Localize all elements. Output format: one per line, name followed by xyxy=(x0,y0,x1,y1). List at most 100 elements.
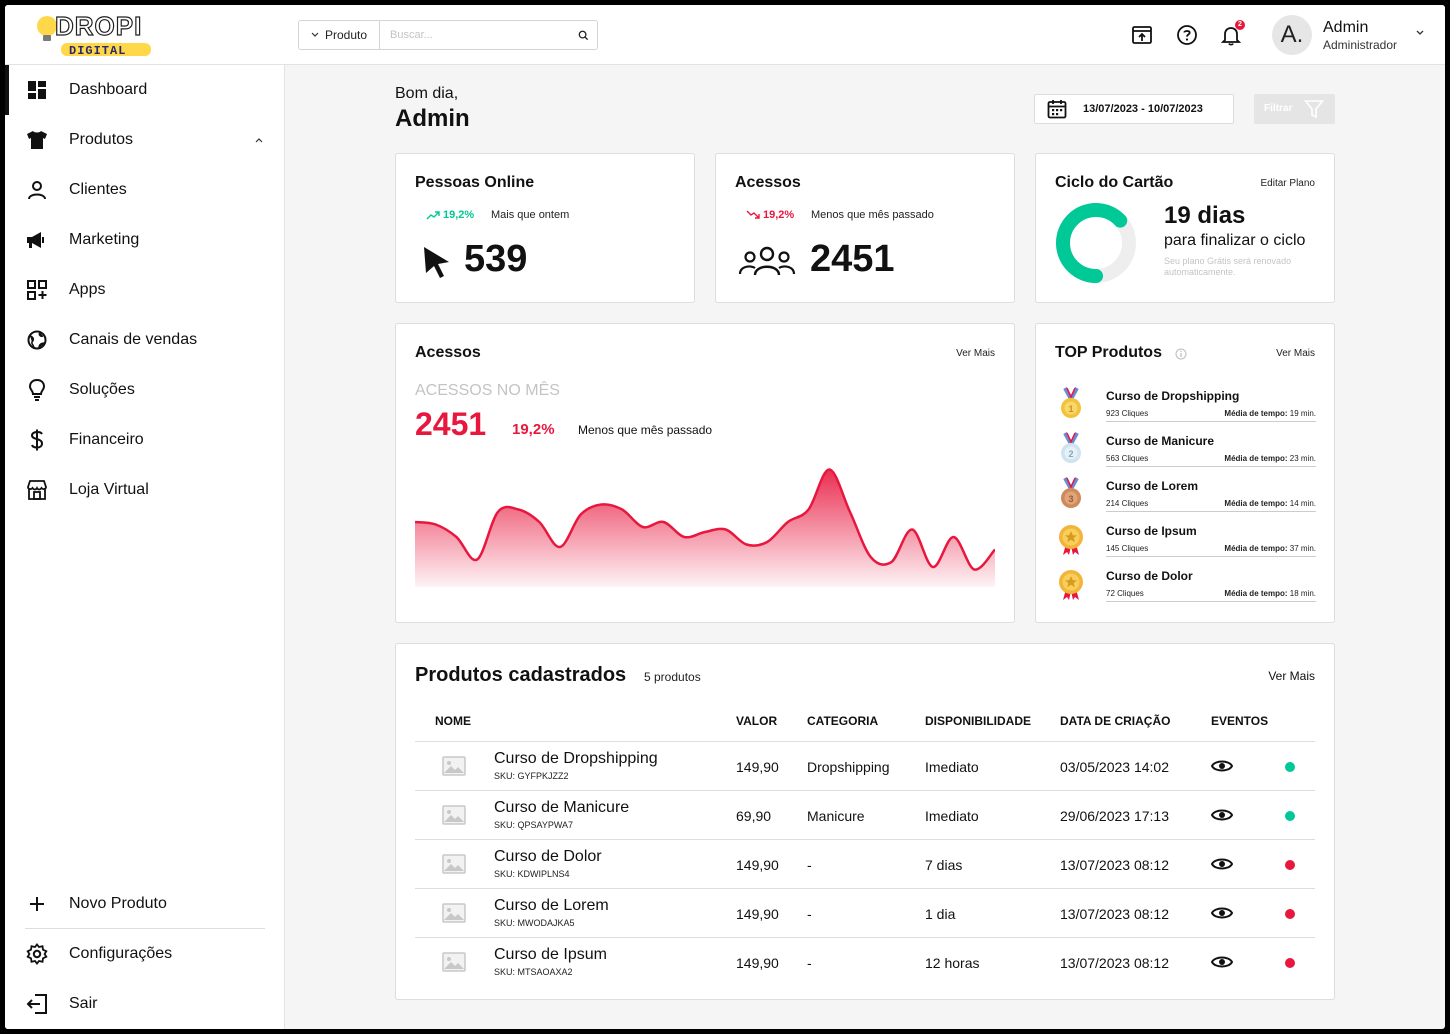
filter-button[interactable]: Filtrar xyxy=(1254,94,1335,124)
top-product-item[interactable]: 3 Curso de Lorem 214 Cliques Média de tempo… xyxy=(1056,475,1316,520)
eye-icon[interactable] xyxy=(1210,953,1234,976)
eye-icon[interactable] xyxy=(1210,904,1234,927)
top-product-time-value: 37 min. xyxy=(1289,544,1316,553)
access-data-point[interactable] xyxy=(806,507,812,513)
product-price: 149,90 xyxy=(736,857,779,873)
access-data-point[interactable] xyxy=(578,512,584,518)
logout-button[interactable]: Sair xyxy=(5,979,285,1029)
access-data-point[interactable] xyxy=(681,534,687,540)
sidebar-item-solucoes[interactable]: Soluções xyxy=(5,365,285,415)
access-data-point[interactable] xyxy=(971,567,977,573)
sidebar-item-canais[interactable]: Canais de vendas xyxy=(5,315,285,365)
sidebar-item-financeiro[interactable]: Financeiro xyxy=(5,415,285,465)
top-product-clicks: 923 Cliques xyxy=(1106,409,1149,418)
top-product-divider xyxy=(1106,466,1316,467)
top-product-time-value: 19 min. xyxy=(1289,409,1316,418)
product-name[interactable]: Curso de Lorem xyxy=(494,897,609,915)
access-data-point[interactable] xyxy=(951,534,957,540)
col-header-events[interactable]: EVENTOS xyxy=(1211,714,1268,728)
top-product-item[interactable]: 1 Curso de Dropshipping 923 Cliques Média d… xyxy=(1056,385,1316,430)
search-button[interactable] xyxy=(569,21,597,49)
product-price: 69,90 xyxy=(736,808,772,824)
eye-icon[interactable] xyxy=(1210,757,1234,780)
top-product-item[interactable]: Curso de Dolor 72 Cliques Média de tempo: … xyxy=(1056,565,1316,610)
sidebar-item-loja[interactable]: Loja Virtual xyxy=(5,465,285,515)
access-data-point[interactable] xyxy=(888,559,894,565)
avatar[interactable]: A. xyxy=(1272,15,1312,55)
product-name[interactable]: Curso de Dolor xyxy=(494,848,602,866)
search-category-select[interactable]: Produto xyxy=(299,21,380,49)
access-data-point[interactable] xyxy=(764,539,770,545)
notifications-button[interactable]: 2 xyxy=(1219,20,1245,47)
sidebar-item-dashboard[interactable]: Dashboard xyxy=(5,65,285,115)
access-data-point[interactable] xyxy=(723,527,729,533)
product-created: 13/07/2023 08:12 xyxy=(1060,955,1169,971)
products-count: 5 produtos xyxy=(644,670,701,684)
access-data-point[interactable] xyxy=(826,467,832,473)
access-data-point[interactable] xyxy=(640,524,646,530)
table-row[interactable]: Curso de Ipsum SKU: MTSAOAXA2 149,90 - 12 ho… xyxy=(415,937,1315,986)
eye-icon[interactable] xyxy=(1210,806,1234,829)
date-range-picker[interactable]: 13/07/2023 - 10/07/2023 xyxy=(1034,94,1234,124)
col-header-value[interactable]: VALOR xyxy=(736,714,777,728)
access-data-point[interactable] xyxy=(495,509,501,515)
access-data-point[interactable] xyxy=(433,522,439,528)
sidebar-item-label: Loja Virtual xyxy=(69,481,149,498)
sidebar-item-clientes[interactable]: Clientes xyxy=(5,165,285,215)
access-data-point[interactable] xyxy=(557,544,563,550)
top-products-more-link[interactable]: Ver Mais xyxy=(1276,348,1315,359)
eye-icon[interactable] xyxy=(1210,855,1234,878)
new-product-button[interactable]: Novo Produto xyxy=(5,879,285,929)
filter-icon xyxy=(1304,100,1324,119)
col-header-category[interactable]: CATEGORIA xyxy=(807,714,878,728)
access-data-point[interactable] xyxy=(785,519,791,525)
sidebar-item-configuracoes[interactable]: Configurações xyxy=(5,929,285,979)
open-store-button[interactable] xyxy=(1130,23,1154,47)
sidebar-item-marketing[interactable]: Marketing xyxy=(5,215,285,265)
access-data-point[interactable] xyxy=(868,554,874,560)
product-sku: SKU: MTSAOAXA2 xyxy=(494,967,573,977)
edit-plan-link[interactable]: Editar Plano xyxy=(1261,178,1315,189)
products-more-link[interactable]: Ver Mais xyxy=(1268,669,1315,683)
info-icon[interactable] xyxy=(1175,348,1187,360)
table-row[interactable]: Curso de Dolor SKU: KDWIPLNS4 149,90 - 7 dia… xyxy=(415,839,1315,888)
product-name[interactable]: Curso de Ipsum xyxy=(494,946,607,964)
access-data-point[interactable] xyxy=(930,564,936,570)
col-header-created[interactable]: DATA DE CRIAÇÃO xyxy=(1060,714,1170,728)
dropi-logo[interactable]: DROPI DIGITAL xyxy=(35,9,155,59)
chevron-up-icon[interactable] xyxy=(255,137,263,143)
access-data-point[interactable] xyxy=(536,519,542,525)
help-button[interactable] xyxy=(1175,23,1199,47)
access-data-point[interactable] xyxy=(661,519,667,525)
sidebar-item-apps[interactable]: Apps xyxy=(5,265,285,315)
access-data-point[interactable] xyxy=(619,507,625,513)
access-data-point[interactable] xyxy=(516,507,522,513)
search-input[interactable] xyxy=(380,21,569,49)
top-product-item[interactable]: Curso de Ipsum 145 Cliques Média de tempo:… xyxy=(1056,520,1316,565)
access-data-point[interactable] xyxy=(702,529,708,535)
col-header-availability[interactable]: DISPONIBILIDADE xyxy=(925,714,1031,728)
lightbulb-icon xyxy=(25,378,49,402)
col-header-name[interactable]: NOME xyxy=(435,714,471,728)
status-dot xyxy=(1285,958,1295,968)
user-menu-chevron-icon[interactable] xyxy=(1415,29,1425,37)
access-data-point[interactable] xyxy=(909,527,915,533)
table-row[interactable]: Curso de Lorem SKU: MWODAJKA5 149,90 - 1 dia… xyxy=(415,888,1315,937)
access-chart-more-link[interactable]: Ver Mais xyxy=(956,348,995,359)
table-row[interactable]: Curso de Dropshipping SKU: GYFPKJZZ2 149,9… xyxy=(415,741,1315,790)
table-row[interactable]: Curso de Manicure SKU: QPSAYPWA7 69,90 Mani… xyxy=(415,790,1315,839)
access-data-point[interactable] xyxy=(453,534,459,540)
star-badge-icon xyxy=(1056,522,1086,556)
top-product-divider xyxy=(1106,601,1316,602)
access-data-point[interactable] xyxy=(474,557,480,563)
product-name[interactable]: Curso de Manicure xyxy=(494,799,629,817)
products-title: Produtos cadastrados xyxy=(415,664,627,686)
product-name[interactable]: Curso de Dropshipping xyxy=(494,750,658,768)
access-trend: 19,2% xyxy=(746,209,794,221)
access-data-point[interactable] xyxy=(598,502,604,508)
access-data-point[interactable] xyxy=(743,542,749,548)
top-product-item[interactable]: 2 Curso de Manicure 563 Cliques Média de te… xyxy=(1056,430,1316,475)
cycle-subtitle: para finalizar o ciclo xyxy=(1164,232,1306,249)
access-data-point[interactable] xyxy=(847,509,853,515)
sidebar-item-produtos[interactable]: Produtos xyxy=(5,115,285,165)
